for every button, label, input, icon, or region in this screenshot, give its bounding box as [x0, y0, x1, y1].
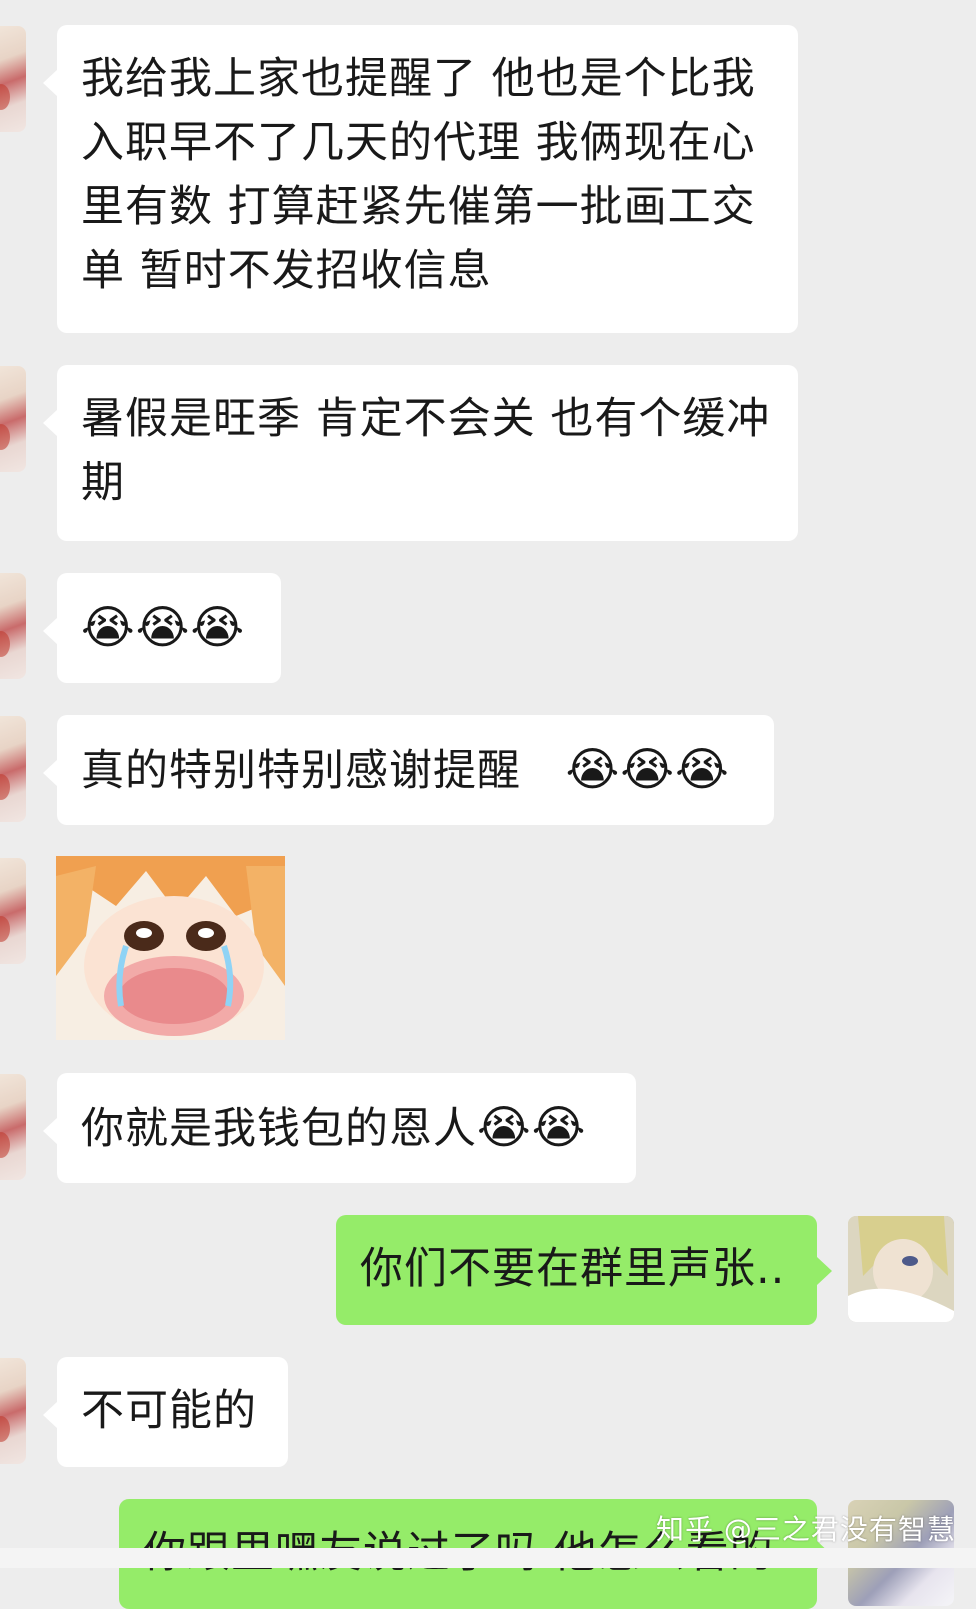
crying-emoji-icon: 😭😭 — [477, 1100, 587, 1154]
message-bubble[interactable]: 不可能的 — [43, 1357, 288, 1467]
crying-anime-sticker[interactable] — [56, 856, 285, 1040]
message-bubble[interactable]: 你就是我钱包的恩人😭😭 — [43, 1073, 636, 1183]
message-bubble[interactable]: 我给我上家也提醒了 他也是个比我入职早不了几天的代理 我俩现在心里有数 打算赶紧… — [43, 25, 798, 333]
contact-avatar[interactable] — [0, 366, 26, 472]
message-text: 真的特别特别感谢提醒 — [81, 746, 521, 796]
message-text: 你们不要在群里声张.. — [360, 1244, 786, 1294]
message-text: 我给我上家也提醒了 他也是个比我入职早不了几天的代理 我俩现在心里有数 打算赶紧… — [81, 54, 756, 296]
message-text: 暑假是旺季 肯定不会关 也有个缓冲期 — [81, 394, 771, 508]
crying-anime-girl-icon — [56, 856, 285, 1040]
my-avatar[interactable] — [848, 1216, 954, 1322]
message-bubble[interactable]: 暑假是旺季 肯定不会关 也有个缓冲期 — [43, 365, 798, 541]
message-text: 不可能的 — [81, 1386, 257, 1436]
contact-avatar[interactable] — [0, 1358, 26, 1464]
message-bubble[interactable]: 😭😭😭 — [43, 573, 281, 683]
contact-avatar[interactable] — [0, 858, 26, 964]
crying-emoji-icon: 😭😭😭 — [81, 600, 246, 654]
contact-avatar[interactable] — [0, 716, 26, 822]
contact-avatar[interactable] — [0, 26, 26, 132]
bottom-edge — [0, 1548, 976, 1568]
anime-avatar-icon — [848, 1216, 954, 1322]
message-text: 你就是我钱包的恩人 — [81, 1104, 477, 1154]
message-bubble-outgoing[interactable]: 你们不要在群里声张.. — [336, 1215, 832, 1325]
message-bubble[interactable]: 真的特别特别感谢提醒 😭😭😭 — [43, 715, 774, 825]
contact-avatar[interactable] — [0, 573, 26, 679]
watermark: 知乎 @三之君没有智慧 — [656, 1513, 956, 1546]
crying-emoji-icon: 😭😭😭 — [565, 742, 730, 796]
contact-avatar[interactable] — [0, 1074, 26, 1180]
